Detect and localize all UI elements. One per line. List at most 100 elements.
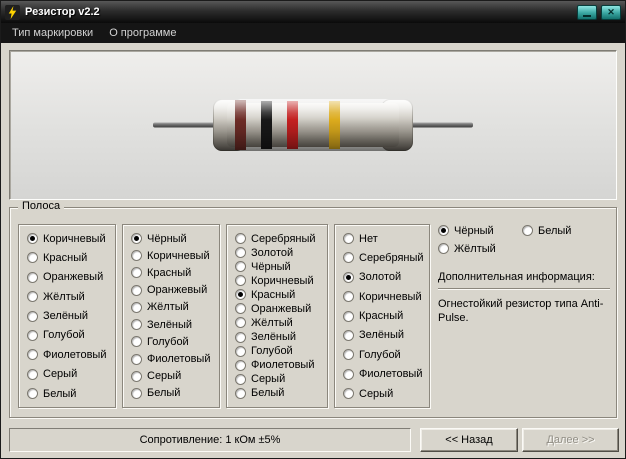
radio-option[interactable]: Золотой (343, 271, 427, 284)
extra-options: Чёрный Белый Жёлтый (438, 224, 610, 255)
minimize-icon (583, 14, 591, 17)
radio-button-icon (235, 345, 246, 357)
radio-option[interactable]: Чёрный (235, 260, 325, 273)
radio-option[interactable]: Жёлтый (131, 301, 217, 314)
radio-option[interactable]: Голубой (27, 329, 113, 342)
menu-about[interactable]: О программе (101, 25, 184, 41)
band-groupbox: Полоса Коричневый Красный Оранжевый Жёлт… (9, 200, 617, 418)
radio-option[interactable]: Голубой (343, 348, 427, 361)
radio-button-icon (343, 271, 354, 283)
radio-button-icon (235, 387, 246, 399)
radio-button-icon (343, 310, 354, 322)
groupbox-title: Полоса (18, 200, 65, 212)
radio-option[interactable]: Зелёный (27, 310, 113, 323)
radio-button-icon (438, 243, 449, 254)
radio-option[interactable]: Чёрный (438, 224, 522, 237)
radio-option[interactable]: Оранжевый (131, 284, 217, 297)
menu-marking-type[interactable]: Тип маркировки (4, 25, 101, 41)
radio-button-icon (235, 317, 246, 329)
radio-option[interactable]: Оранжевый (235, 302, 325, 315)
window-controls: ✕ (577, 4, 621, 20)
radio-button-icon (27, 233, 38, 244)
resistor-color-band (287, 101, 298, 149)
minimize-button[interactable] (577, 4, 597, 20)
radio-option[interactable]: Оранжевый (27, 271, 113, 284)
radio-option[interactable]: Голубой (235, 345, 325, 358)
radio-button-icon (235, 275, 246, 287)
radio-button-icon (522, 225, 533, 236)
radio-button-icon (343, 388, 354, 399)
radio-button-icon (27, 252, 38, 264)
radio-button-icon (131, 233, 142, 244)
radio-button-icon (27, 329, 38, 341)
close-button[interactable]: ✕ (601, 4, 621, 20)
radio-option[interactable]: Голубой (131, 335, 217, 348)
radio-option[interactable]: Коричневый (343, 290, 427, 303)
radio-option[interactable]: Коричневый (27, 232, 113, 245)
back-button[interactable]: << Назад (420, 428, 518, 452)
radio-button-icon (343, 349, 354, 361)
resistor-bands (213, 99, 413, 151)
radio-option[interactable]: Красный (131, 266, 217, 279)
radio-button-icon (343, 252, 354, 264)
radio-option[interactable]: Жёлтый (27, 290, 113, 303)
radio-button-icon (343, 233, 354, 244)
radio-option[interactable]: Белый (27, 387, 113, 400)
radio-button-icon (438, 225, 449, 236)
radio-button-icon (235, 289, 246, 301)
radio-button-icon (27, 310, 38, 322)
radio-option[interactable]: Красный (343, 310, 427, 323)
radio-option[interactable]: Нет (343, 232, 427, 245)
radio-option[interactable]: Красный (27, 251, 113, 264)
radio-option[interactable]: Красный (235, 288, 325, 301)
radio-option[interactable]: Белый (235, 387, 325, 400)
radio-option[interactable]: Фиолетовый (235, 359, 325, 372)
radio-button-icon (27, 388, 38, 399)
radio-option[interactable]: Белый (131, 387, 217, 400)
window-title: Резистор v2.2 (25, 6, 100, 18)
resistance-value: Сопротивление: 1 кОм ±5% (139, 434, 281, 446)
radio-button-icon (27, 271, 38, 283)
radio-button-icon (131, 284, 142, 296)
radio-option[interactable]: Чёрный (131, 232, 217, 245)
radio-option[interactable]: Серый (343, 387, 427, 400)
radio-option[interactable]: Серый (131, 370, 217, 383)
radio-option[interactable]: Фиолетовый (131, 353, 217, 366)
radio-button-icon (131, 370, 142, 382)
radio-option[interactable]: Фиолетовый (343, 368, 427, 381)
radio-button-icon (27, 349, 38, 361)
titlebar: Резистор v2.2 ✕ (1, 1, 625, 23)
next-button[interactable]: Далее >> (522, 428, 619, 452)
radio-option[interactable]: Серебряный (343, 251, 427, 264)
radio-option[interactable]: Зелёный (131, 318, 217, 331)
radio-option[interactable]: Серебряный (235, 232, 325, 245)
band1-options: Коричневый Красный Оранжевый Жёлтый Зелё… (18, 224, 116, 408)
resistance-panel: Сопротивление: 1 кОм ±5% (9, 428, 411, 452)
radio-option[interactable]: Коричневый (235, 274, 325, 287)
radio-button-icon (235, 261, 246, 273)
radio-option[interactable]: Зелёный (235, 331, 325, 344)
resistor-color-band (261, 101, 272, 149)
radio-button-icon (343, 368, 354, 380)
radio-option[interactable]: Белый (522, 224, 610, 237)
close-icon: ✕ (607, 6, 615, 17)
radio-option[interactable]: Жёлтый (438, 242, 522, 255)
resistor-body (213, 99, 413, 151)
radio-option[interactable]: Серый (27, 368, 113, 381)
radio-option[interactable]: Зелёный (343, 329, 427, 342)
radio-option[interactable]: Жёлтый (235, 316, 325, 329)
extra-panel: Чёрный Белый Жёлтый Дополнительная инфор… (438, 224, 610, 325)
radio-button-icon (131, 250, 142, 262)
menubar: Тип маркировки О программе (1, 23, 625, 43)
radio-option[interactable]: Золотой (235, 246, 325, 259)
radio-button-icon (235, 331, 246, 343)
radio-option[interactable]: Серый (235, 373, 325, 386)
band2-options: Чёрный Коричневый Красный Оранжевый Жёлт… (122, 224, 220, 408)
radio-button-icon (343, 291, 354, 303)
radio-button-icon (131, 267, 142, 279)
radio-button-icon (235, 373, 246, 385)
radio-option[interactable]: Фиолетовый (27, 348, 113, 361)
resistor-image (9, 50, 617, 200)
radio-option[interactable]: Коричневый (131, 249, 217, 262)
radio-button-icon (27, 291, 38, 303)
